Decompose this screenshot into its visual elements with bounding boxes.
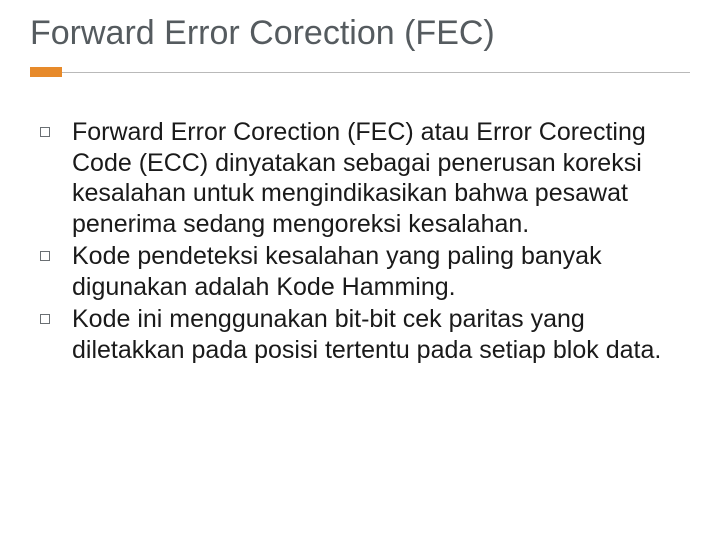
list-item: Kode ini menggunakan bit-bit cek paritas…: [40, 304, 680, 365]
bullet-icon: [40, 127, 50, 137]
accent-bar: [30, 67, 62, 77]
divider: [30, 67, 690, 77]
horizontal-rule: [62, 72, 690, 73]
slide-title: Forward Error Corection (FEC): [30, 14, 690, 53]
slide: Forward Error Corection (FEC) Forward Er…: [0, 0, 720, 540]
bullet-text: Kode ini menggunakan bit-bit cek paritas…: [72, 304, 680, 365]
bullet-icon: [40, 314, 50, 324]
bullet-text: Forward Error Corection (FEC) atau Error…: [72, 117, 680, 239]
content-area: Forward Error Corection (FEC) atau Error…: [30, 117, 690, 365]
list-item: Forward Error Corection (FEC) atau Error…: [40, 117, 680, 239]
list-item: Kode pendeteksi kesalahan yang paling ba…: [40, 241, 680, 302]
bullet-text: Kode pendeteksi kesalahan yang paling ba…: [72, 241, 680, 302]
bullet-icon: [40, 251, 50, 261]
